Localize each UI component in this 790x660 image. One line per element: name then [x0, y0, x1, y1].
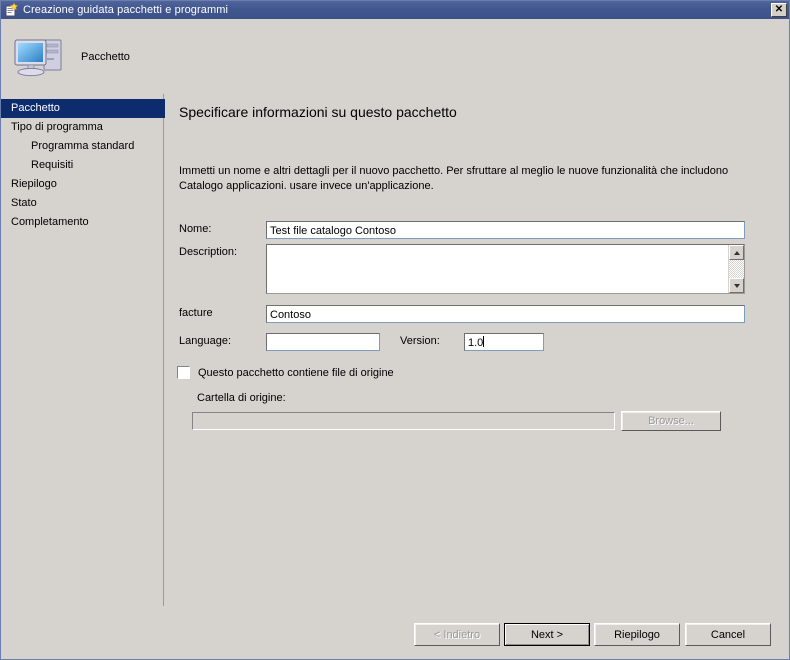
sidebar-item-label: Riepilogo: [11, 178, 57, 190]
version-label: Version:: [400, 335, 440, 347]
page-title: Specificare informazioni su questo pacch…: [179, 104, 457, 120]
sidebar-item-label: Programma standard: [31, 140, 134, 152]
contains-source-label: Questo pacchetto contiene file di origin…: [198, 367, 394, 379]
source-folder-label: Cartella di origine:: [197, 392, 286, 404]
summary-button[interactable]: Riepilogo: [594, 623, 680, 646]
wizard-icon: [4, 3, 18, 17]
sidebar-item-riepilogo[interactable]: Riepilogo: [1, 175, 163, 194]
browse-button-label: Browse...: [648, 415, 694, 427]
wizard-footer: < Indietro Next > Riepilogo Cancel: [1, 606, 789, 659]
sidebar-item-label: Requisiti: [31, 159, 73, 171]
title-bar: Creazione guidata pacchetti e programmi …: [1, 1, 790, 19]
close-button[interactable]: ✕: [771, 3, 787, 17]
facture-label: facture: [179, 307, 213, 319]
source-folder-input[interactable]: [192, 412, 615, 430]
close-icon: ✕: [775, 5, 783, 15]
language-label: Language:: [179, 335, 231, 347]
main-pane: Specificare informazioni su questo pacch…: [165, 94, 789, 659]
sidebar-item-stato[interactable]: Stato: [1, 194, 163, 213]
wizard-header: Pacchetto: [1, 20, 789, 94]
header-label: Pacchetto: [81, 51, 130, 63]
language-input[interactable]: [266, 333, 380, 351]
sidebar-item-programma-standard[interactable]: Programma standard: [1, 137, 163, 156]
version-input[interactable]: 1.0: [464, 333, 544, 351]
sidebar-item-completamento[interactable]: Completamento: [1, 213, 163, 232]
next-button-label: Next >: [531, 629, 563, 641]
nome-input[interactable]: Test file catalogo Contoso: [266, 221, 745, 239]
wizard-sidebar: Pacchetto Tipo di programma Programma st…: [1, 94, 164, 659]
description-input[interactable]: [267, 245, 728, 293]
version-value: 1.0: [468, 337, 483, 349]
contains-source-checkbox[interactable]: [177, 366, 190, 379]
sidebar-item-label: Pacchetto: [11, 102, 60, 114]
scroll-down-arrow-icon[interactable]: [729, 278, 744, 293]
cancel-button-label: Cancel: [711, 629, 745, 641]
wizard-window: Creazione guidata pacchetti e programmi …: [0, 0, 790, 660]
sidebar-item-tipo-di-programma[interactable]: Tipo di programma: [1, 118, 163, 137]
back-button-label: < Indietro: [434, 629, 480, 641]
text-caret: [483, 336, 484, 347]
description-box: [266, 244, 745, 294]
description-label: Description:: [179, 246, 237, 258]
computer-icon: [11, 32, 69, 82]
back-button[interactable]: < Indietro: [414, 623, 500, 646]
sidebar-item-label: Stato: [11, 197, 37, 209]
description-scrollbar[interactable]: [728, 245, 744, 293]
scroll-up-arrow-icon[interactable]: [729, 245, 744, 260]
nome-label: Nome:: [179, 223, 211, 235]
facture-input[interactable]: Contoso: [266, 305, 745, 323]
cancel-button[interactable]: Cancel: [685, 623, 771, 646]
sidebar-item-pacchetto[interactable]: Pacchetto: [1, 99, 171, 118]
window-title: Creazione guidata pacchetti e programmi: [23, 4, 228, 16]
summary-button-label: Riepilogo: [614, 629, 660, 641]
contains-source-row[interactable]: Questo pacchetto contiene file di origin…: [177, 366, 394, 379]
sidebar-item-requisiti[interactable]: Requisiti: [1, 156, 163, 175]
browse-button[interactable]: Browse...: [621, 411, 721, 431]
intro-text: Immetti un nome e altri dettagli per il …: [179, 164, 769, 194]
sidebar-item-label: Completamento: [11, 216, 89, 228]
next-button[interactable]: Next >: [504, 623, 590, 646]
sidebar-item-label: Tipo di programma: [11, 121, 103, 133]
